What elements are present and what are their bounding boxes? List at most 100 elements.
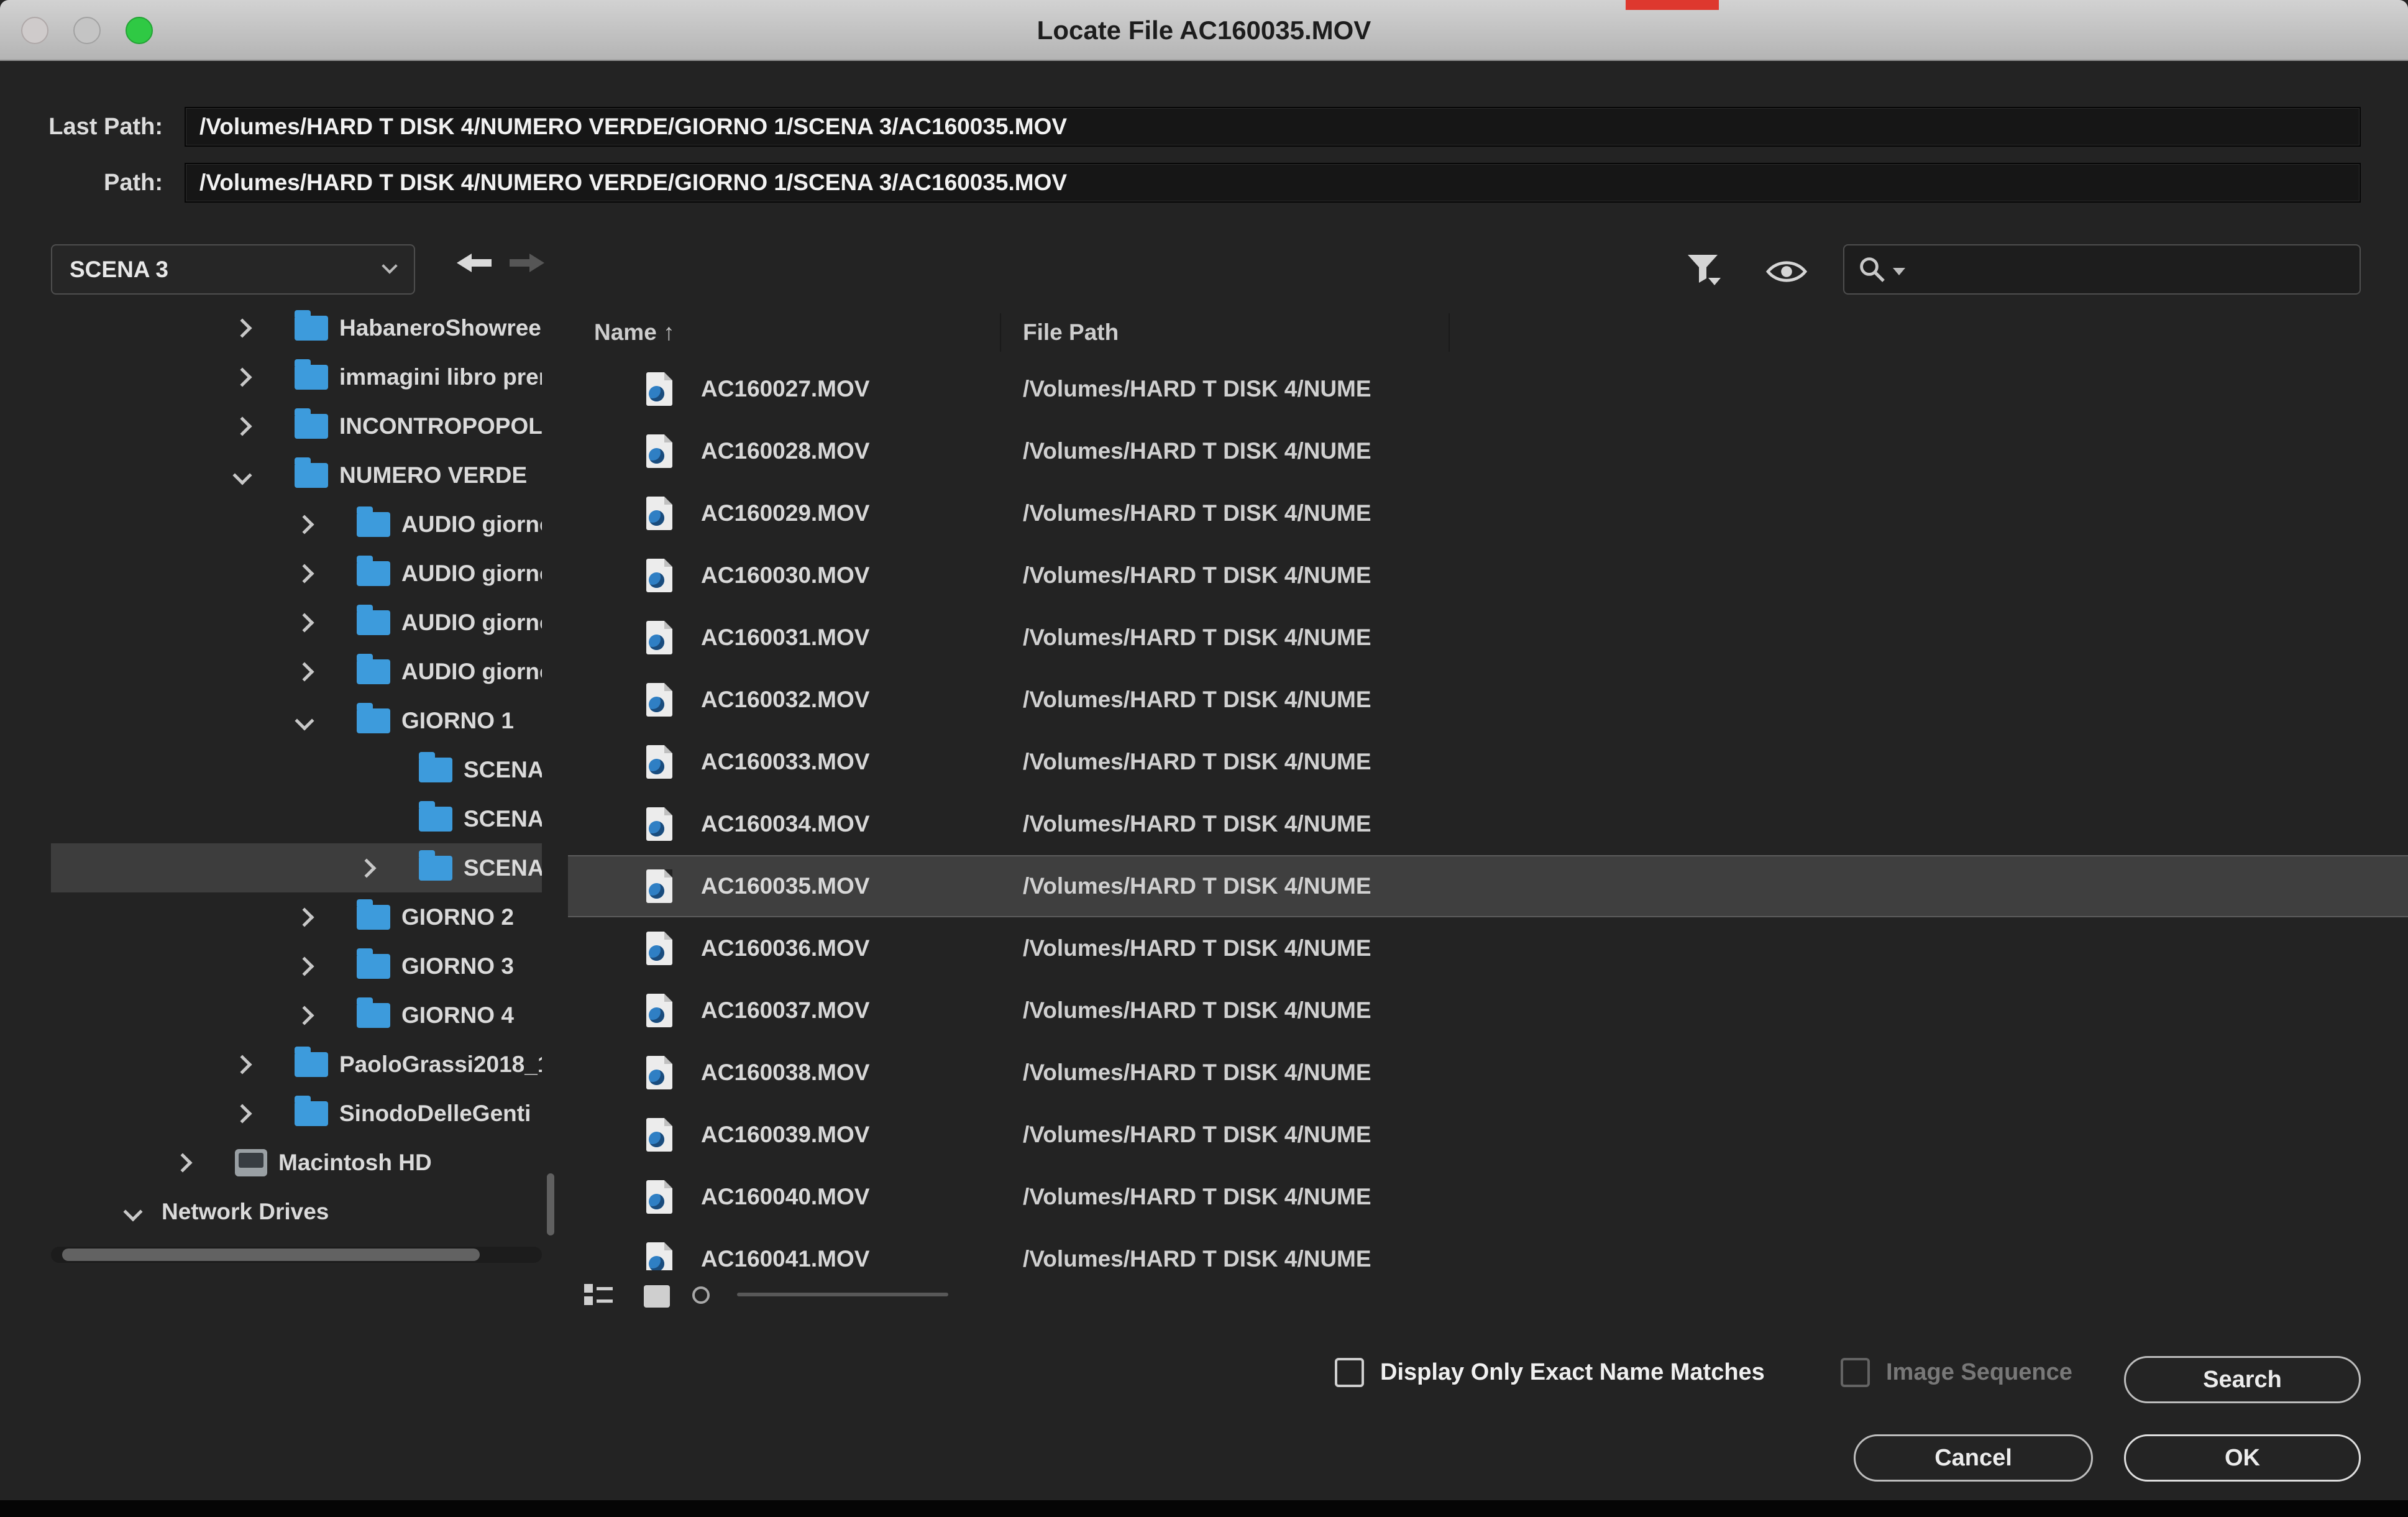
tree-vertical-scrollbar-thumb[interactable] [547, 1173, 554, 1235]
file-list-header: Name ↑ File Path [568, 307, 2408, 358]
file-row[interactable]: AC160038.MOV /Volumes/HARD T DISK 4/NUME [568, 1042, 2408, 1104]
tree-item-paolograssi[interactable]: PaoloGrassi2018_1 [51, 1040, 542, 1089]
file-row[interactable]: AC160029.MOV /Volumes/HARD T DISK 4/NUME [568, 482, 2408, 544]
chevron-down-icon[interactable] [232, 465, 252, 485]
file-row[interactable]: AC160041.MOV /Volumes/HARD T DISK 4/NUME [568, 1228, 2408, 1270]
chevron-right-icon[interactable] [295, 956, 314, 976]
back-button[interactable] [457, 254, 493, 272]
tree-item-immagini-libro[interactable]: immagini libro prem [51, 352, 542, 401]
folder-icon [357, 954, 390, 979]
tree-item-giorno-4[interactable]: GIORNO 4 [51, 991, 542, 1040]
chevron-right-icon[interactable] [232, 318, 252, 337]
search-button[interactable]: Search [2124, 1356, 2361, 1403]
path-field[interactable]: /Volumes/HARD T DISK 4/NUMERO VERDE/GIOR… [185, 163, 2361, 203]
tree-item-scena-3[interactable]: SCENA 3 [51, 843, 542, 892]
tree-horizontal-scrollbar[interactable] [51, 1247, 542, 1263]
chevron-right-icon[interactable] [295, 564, 314, 583]
tree-item-label: AUDIO giorno [401, 511, 542, 538]
folder-dropdown[interactable]: SCENA 3 [51, 244, 415, 295]
chevron-right-icon[interactable] [232, 416, 252, 436]
zoom-slider-track[interactable] [737, 1293, 948, 1296]
list-view-button[interactable] [583, 1281, 615, 1311]
chevron-right-icon[interactable] [295, 515, 314, 534]
column-divider[interactable] [1000, 313, 1001, 352]
back-arrow-icon [457, 254, 472, 272]
file-row[interactable]: AC160037.MOV /Volumes/HARD T DISK 4/NUME [568, 979, 2408, 1042]
exact-match-checkbox[interactable] [1335, 1358, 1364, 1387]
chevron-down-icon[interactable] [123, 1202, 142, 1221]
file-row[interactable]: AC160039.MOV /Volumes/HARD T DISK 4/NUME [568, 1104, 2408, 1166]
search-input[interactable] [1843, 244, 2361, 295]
chevron-right-icon[interactable] [295, 613, 314, 632]
chevron-right-icon[interactable] [232, 1055, 252, 1074]
chevron-right-icon[interactable] [295, 662, 314, 681]
file-name: AC160029.MOV [701, 500, 1023, 526]
file-path: /Volumes/HARD T DISK 4/NUME [1023, 687, 1371, 713]
file-row[interactable]: AC160028.MOV /Volumes/HARD T DISK 4/NUME [568, 420, 2408, 482]
cancel-button[interactable]: Cancel [1854, 1434, 2093, 1482]
titlebar[interactable]: Locate File AC160035.MOV [0, 0, 2408, 61]
dialog-bottom-edge [0, 1500, 2408, 1517]
chevron-down-icon[interactable] [295, 711, 314, 730]
tree-item-scena-1[interactable]: SCENA 1 [51, 745, 542, 794]
chevron-right-icon[interactable] [232, 367, 252, 387]
tree-item-giorno-1[interactable]: GIORNO 1 [51, 696, 542, 745]
exact-match-checkbox-row[interactable]: Display Only Exact Name Matches [1335, 1354, 1765, 1391]
movie-file-icon [646, 559, 672, 592]
forward-button[interactable] [508, 254, 544, 272]
thumbnail-view-button[interactable] [643, 1284, 671, 1312]
zoom-slider-knob[interactable] [692, 1286, 710, 1304]
tree-item-giorno-3[interactable]: GIORNO 3 [51, 942, 542, 991]
tree-item-scena-2[interactable]: SCENA 2 [51, 794, 542, 843]
tree-item-network-drives[interactable]: Network Drives [51, 1187, 542, 1236]
movie-file-icon [646, 497, 672, 530]
tree-item-habaneroshowreel[interactable]: HabaneroShowreel [51, 303, 542, 352]
file-row[interactable]: AC160031.MOV /Volumes/HARD T DISK 4/NUME [568, 607, 2408, 669]
file-row[interactable]: AC160040.MOV /Volumes/HARD T DISK 4/NUME [568, 1166, 2408, 1228]
file-row-selected[interactable]: AC160035.MOV /Volumes/HARD T DISK 4/NUME [568, 855, 2408, 917]
file-row[interactable]: AC160036.MOV /Volumes/HARD T DISK 4/NUME [568, 917, 2408, 979]
name-column-header[interactable]: Name ↑ [594, 319, 1023, 346]
chevron-right-icon[interactable] [173, 1153, 192, 1172]
ok-button[interactable]: OK [2124, 1434, 2361, 1482]
file-row[interactable]: AC160034.MOV /Volumes/HARD T DISK 4/NUME [568, 793, 2408, 855]
column-divider[interactable] [1449, 313, 1450, 352]
tree-item-sinododellegenti[interactable]: SinodoDelleGenti [51, 1089, 542, 1138]
tree-item-audio-giorno-4[interactable]: AUDIO giorno [51, 647, 542, 696]
chevron-right-icon[interactable] [357, 858, 376, 878]
preview-eye-icon[interactable] [1766, 259, 1807, 288]
file-row[interactable]: AC160033.MOV /Volumes/HARD T DISK 4/NUME [568, 731, 2408, 793]
tree-item-macintosh-hd[interactable]: Macintosh HD [51, 1138, 542, 1187]
movie-file-icon [646, 1242, 672, 1270]
search-icon [1858, 255, 1887, 284]
tree-item-giorno-2[interactable]: GIORNO 2 [51, 892, 542, 942]
sort-ascending-icon: ↑ [663, 319, 675, 345]
image-sequence-checkbox[interactable] [1841, 1358, 1870, 1387]
file-row[interactable]: AC160027.MOV /Volumes/HARD T DISK 4/NUME [568, 358, 2408, 420]
folder-icon [357, 512, 390, 537]
background-app-sliver [1626, 0, 1719, 10]
tree-item-incontropopoli[interactable]: INCONTROPOPOLI [51, 401, 542, 451]
chevron-right-icon[interactable] [295, 907, 314, 927]
tree-item-audio-giorno-3[interactable]: AUDIO giorno [51, 598, 542, 647]
tree-item-numero-verde[interactable]: NUMERO VERDE [51, 451, 542, 500]
chevron-right-icon[interactable] [295, 1006, 314, 1025]
movie-file-icon [646, 434, 672, 468]
chevron-right-icon[interactable] [232, 1104, 252, 1123]
file-path-column-header[interactable]: File Path [1023, 319, 1119, 346]
file-path: /Volumes/HARD T DISK 4/NUME [1023, 1060, 1371, 1086]
file-path: /Volumes/HARD T DISK 4/NUME [1023, 376, 1371, 402]
tree-horizontal-scrollbar-thumb[interactable] [62, 1249, 480, 1261]
last-path-field[interactable]: /Volumes/HARD T DISK 4/NUMERO VERDE/GIOR… [185, 107, 2361, 147]
tree-item-audio-giorno-1[interactable]: AUDIO giorno [51, 500, 542, 549]
file-name: AC160040.MOV [701, 1184, 1023, 1210]
tree-item-label: INCONTROPOPOLI [339, 413, 542, 439]
file-name: AC160032.MOV [701, 687, 1023, 713]
tree-item-audio-giorno-2[interactable]: AUDIO giorno [51, 549, 542, 598]
filter-icon[interactable] [1685, 251, 1721, 290]
file-row[interactable]: AC160032.MOV /Volumes/HARD T DISK 4/NUME [568, 669, 2408, 731]
file-name: AC160034.MOV [701, 811, 1023, 837]
file-path: /Volumes/HARD T DISK 4/NUME [1023, 935, 1371, 961]
file-row[interactable]: AC160030.MOV /Volumes/HARD T DISK 4/NUME [568, 544, 2408, 607]
search-scope-chevron-icon[interactable] [1893, 268, 1905, 275]
